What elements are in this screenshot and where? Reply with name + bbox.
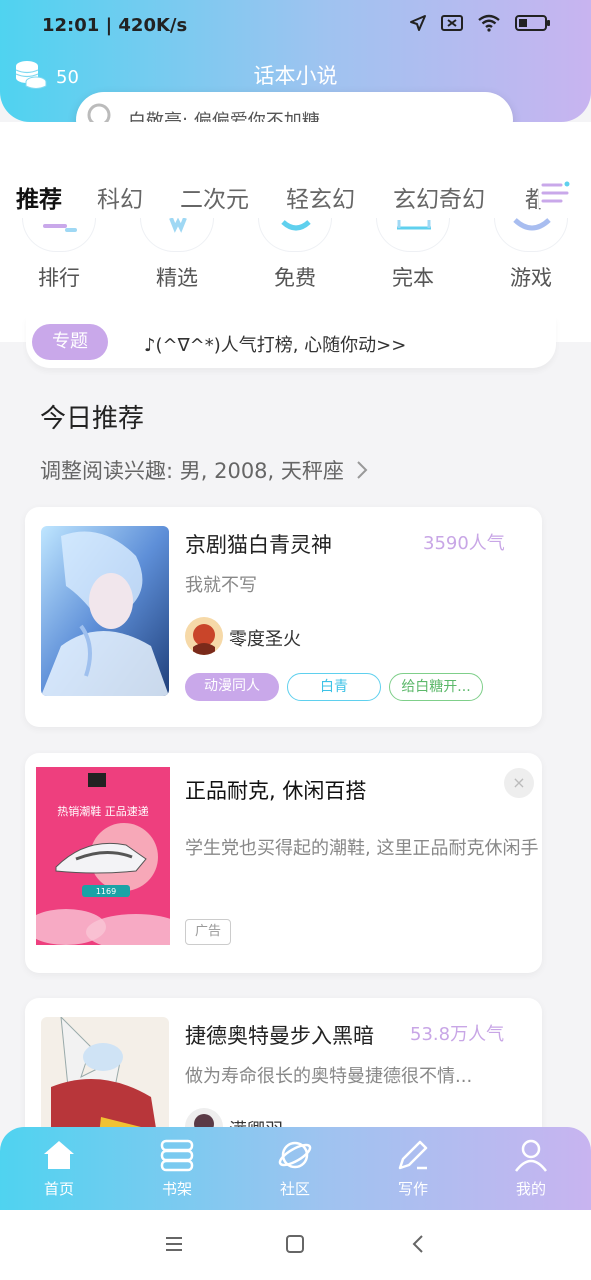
ad-cover-headline: 热销潮鞋 正品速递	[57, 804, 149, 818]
ad-cover-price: 1169	[96, 887, 116, 896]
book-title[interactable]: 京剧猫白青灵神	[185, 529, 332, 559]
tab-scifi[interactable]: 科幻	[97, 180, 143, 214]
system-navigation	[0, 1210, 591, 1280]
book-title[interactable]: 捷德奥特曼步入黑暗	[185, 1020, 374, 1050]
book-description: 做为寿命很长的奥特曼捷德很不情...	[185, 1066, 473, 1087]
sim-off-icon	[441, 14, 463, 36]
interest-text: 调整阅读兴趣: 男, 2008, 天秤座	[40, 459, 344, 483]
topic-text[interactable]: ♪(^∇^*)人气打榜, 心随你动>>	[144, 331, 406, 357]
book-popularity: 53.8万人气	[410, 1024, 505, 1045]
author-avatar[interactable]	[185, 617, 223, 655]
nav-community-label: 社区	[279, 1180, 310, 1198]
topic-banner[interactable]: 专题 ♪(^∇^*)人气打榜, 心随你动>>	[26, 316, 556, 368]
ad-cover[interactable]: 热销潮鞋 正品速递 1169	[36, 767, 170, 945]
back-icon[interactable]	[408, 1234, 428, 1258]
ad-title[interactable]: 正品耐克, 休闲百搭	[185, 775, 366, 805]
status-icons	[409, 14, 551, 36]
tab-light-fantasy[interactable]: 轻玄幻	[286, 180, 355, 214]
category-tabs: 推荐 科幻 二次元 轻玄幻 玄幻奇幻 都	[0, 172, 591, 220]
tag-character[interactable]: 白青	[287, 673, 381, 701]
pencil-icon	[398, 1140, 428, 1170]
author-name[interactable]: 零度圣火	[229, 625, 301, 651]
nav-bookshelf[interactable]: 书架	[127, 1127, 227, 1210]
tab-fantasy[interactable]: 玄幻奇幻	[393, 180, 485, 214]
category-menu-icon[interactable]	[539, 176, 571, 208]
book-card[interactable]: 京剧猫白青灵神 3590人气 我就不写 零度圣火 动漫同人 白青 给白糖开...	[25, 507, 542, 727]
quick-complete[interactable]: 完本	[368, 262, 458, 292]
nav-home-label: 首页	[43, 1180, 74, 1198]
quick-free[interactable]: 免费	[250, 262, 340, 292]
book-description: 我就不写	[185, 575, 257, 596]
location-icon	[409, 14, 427, 36]
bottom-navigation: 首页 书架 社区 写作 我的	[0, 1127, 591, 1210]
tab-recommend[interactable]: 推荐	[16, 180, 62, 214]
status-time: 12:01 | 420K/s	[42, 15, 188, 36]
ad-badge: 广告	[185, 919, 231, 945]
nav-write-label: 写作	[397, 1180, 428, 1198]
tag-genre[interactable]: 动漫同人	[185, 673, 279, 701]
ad-close-button[interactable]: ×	[504, 768, 534, 798]
tag-keyword[interactable]: 给白糖开...	[389, 673, 483, 701]
quick-featured[interactable]: 精选	[132, 262, 222, 292]
nav-profile-label: 我的	[515, 1180, 546, 1198]
home-square-icon[interactable]	[285, 1234, 305, 1258]
nav-home[interactable]: 首页	[9, 1127, 109, 1210]
planet-icon	[278, 1141, 312, 1169]
book-cover[interactable]	[41, 526, 169, 696]
nav-bookshelf-label: 书架	[161, 1180, 192, 1198]
interest-settings-link[interactable]: 调整阅读兴趣: 男, 2008, 天秤座	[40, 455, 369, 486]
user-icon	[515, 1139, 547, 1172]
status-bar: 12:01 | 420K/s	[0, 0, 591, 52]
tab-acg[interactable]: 二次元	[180, 180, 249, 214]
ad-description: 学生党也买得起的潮鞋, 这里正品耐克休闲手	[185, 838, 539, 859]
nav-community[interactable]: 社区	[245, 1127, 345, 1210]
nav-write[interactable]: 写作	[363, 1127, 463, 1210]
wifi-icon	[477, 14, 501, 36]
nav-profile[interactable]: 我的	[481, 1127, 581, 1210]
home-icon	[44, 1141, 74, 1169]
chevron-right-icon	[355, 459, 369, 486]
ad-card[interactable]: 热销潮鞋 正品速递 1169 正品耐克, 休闲百搭 × 学生党也买得起的潮鞋, …	[25, 753, 542, 973]
quick-game[interactable]: 游戏	[486, 262, 576, 292]
quick-rank[interactable]: 排行	[14, 262, 104, 292]
bookshelf-icon	[160, 1139, 194, 1172]
section-title: 今日推荐	[40, 404, 145, 434]
topic-badge: 专题	[32, 324, 108, 360]
app-title: 话本小说	[253, 64, 338, 88]
book-popularity: 3590人气	[423, 533, 505, 554]
battery-icon	[515, 14, 551, 36]
menu-icon[interactable]	[164, 1234, 184, 1258]
